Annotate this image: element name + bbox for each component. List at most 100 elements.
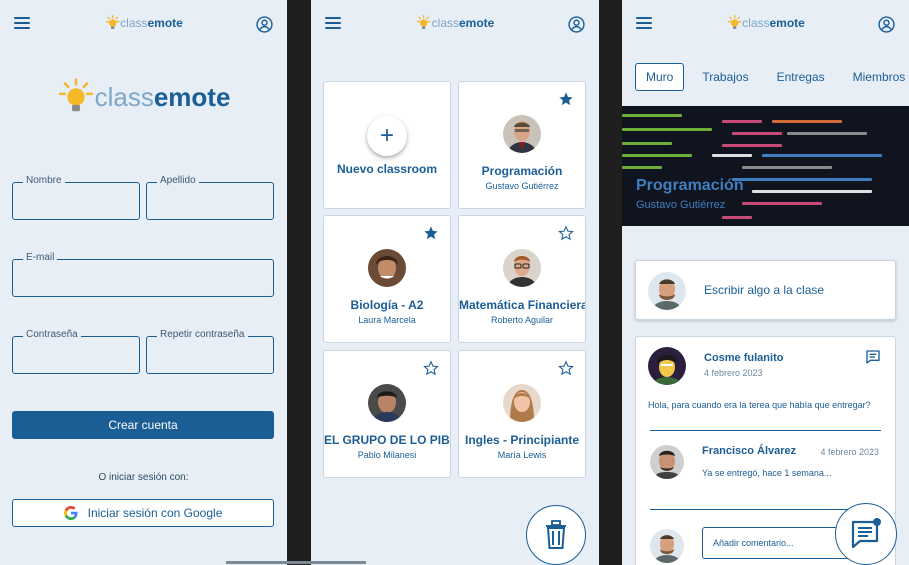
star-outline-icon[interactable] [423, 360, 439, 376]
teacher-avatar [368, 249, 406, 287]
post-date: 4 febrero 2023 [704, 368, 763, 378]
add-comment-input[interactable] [702, 527, 852, 559]
classroom-title: Ingles - Principiante [464, 433, 580, 447]
apellido-label: Apellido [157, 175, 199, 186]
user-avatar [650, 529, 684, 563]
top-bar: class emote [622, 0, 909, 48]
horizontal-scrollbar[interactable] [226, 561, 366, 564]
password-label: Contraseña [23, 329, 81, 340]
top-bar: class emote [0, 0, 287, 48]
password-field[interactable]: Contraseña [12, 329, 140, 374]
menu-icon[interactable] [325, 17, 341, 29]
email-field[interactable]: E-mail [12, 252, 274, 297]
apellido-input[interactable] [147, 183, 273, 219]
classroom-teacher: Laura Marcela [358, 315, 416, 325]
create-account-button[interactable]: Crear cuenta [12, 411, 274, 439]
tab-trabajos[interactable]: Trabajos [692, 64, 758, 90]
classroom-teacher: Pablo Milanesi [357, 450, 417, 460]
bulb-icon [58, 78, 93, 112]
apellido-field[interactable]: Apellido [146, 175, 274, 220]
teacher-avatar [503, 115, 541, 153]
tab-entregas[interactable]: Entregas [767, 64, 835, 90]
logo-text-light: class [94, 81, 154, 112]
plus-icon[interactable]: + [367, 116, 407, 156]
comment-body: Ya se entregó, hace 1 semana... [702, 468, 832, 478]
comment-date: 4 febrero 2023 [820, 447, 879, 457]
google-login-button[interactable]: Iniciar sesión con Google [12, 499, 274, 527]
top-bar: class emote [311, 0, 599, 48]
nombre-input[interactable] [13, 183, 139, 219]
nombre-label: Nombre [23, 175, 65, 186]
password-input[interactable] [13, 337, 139, 373]
delete-fab[interactable] [526, 505, 586, 565]
tab-miembros[interactable]: Miembros [843, 64, 909, 90]
classroom-teacher: Roberto Aguilar [490, 315, 554, 325]
classroom-title: EL GRUPO DE LO PIBE' [324, 433, 450, 447]
classroom-card[interactable]: Matemática Financiera Roberto Aguilar [458, 215, 586, 343]
logo-text-bold: emote [459, 16, 495, 30]
app-logo: class emote [104, 15, 183, 31]
account-icon[interactable] [256, 16, 273, 33]
classrooms-screen: class emote + Nuevo classroom Programació… [311, 0, 599, 565]
star-outline-icon[interactable] [558, 360, 574, 376]
star-filled-icon[interactable] [558, 91, 574, 107]
star-filled-icon[interactable] [423, 225, 439, 241]
logo-text-light: class [742, 16, 770, 30]
menu-icon[interactable] [636, 17, 652, 29]
classroom-card[interactable]: Ingles - Principiante María Lewis [458, 350, 586, 478]
google-login-label: Iniciar sesión con Google [87, 506, 223, 520]
account-icon[interactable] [878, 16, 895, 33]
repeat-password-label: Repetir contraseña [157, 329, 248, 340]
teacher-avatar [503, 249, 541, 287]
comment-icon[interactable] [865, 349, 881, 365]
classroom-card[interactable]: EL GRUPO DE LO PIBE' Pablo Milanesi [323, 350, 451, 478]
logo-text-light: class [120, 16, 148, 30]
commenter-avatar [650, 445, 684, 479]
star-outline-icon[interactable] [558, 225, 574, 241]
bulb-icon [416, 15, 431, 29]
account-icon[interactable] [568, 16, 585, 33]
google-icon [63, 506, 78, 520]
course-teacher: Gustavo Gutiérrez [636, 199, 726, 211]
tab-muro[interactable]: Muro [635, 63, 685, 91]
new-post-box[interactable]: Escribir algo a la clase [635, 260, 896, 320]
classroom-card[interactable]: Programación Gustavo Gutiérrez [458, 81, 586, 209]
classroom-title: Biología - A2 [350, 298, 424, 312]
menu-icon[interactable] [14, 17, 30, 29]
classroom-title: Matemática Financiera [459, 298, 585, 312]
divider [650, 430, 881, 431]
chat-fab[interactable] [835, 503, 897, 565]
comment-author: Francisco Álvarez [702, 445, 797, 457]
classroom-title: Programación [481, 164, 563, 178]
author-avatar [648, 347, 686, 385]
new-post-prompt: Escribir algo a la clase [704, 283, 825, 297]
course-banner: Programación Gustavo Gutiérrez [622, 106, 909, 226]
teacher-avatar [368, 384, 406, 422]
classroom-teacher: María Lewis [497, 450, 547, 460]
chat-notification-icon [851, 518, 881, 549]
classroom-teacher: Gustavo Gutiérrez [485, 181, 559, 191]
repeat-password-field[interactable]: Repetir contraseña [146, 329, 274, 374]
post-body: Hola, para cuando era la terea que había… [648, 400, 871, 410]
teacher-avatar [503, 384, 541, 422]
email-input[interactable] [13, 260, 273, 296]
logo-text-bold: emote [147, 16, 183, 30]
logo-text-bold: emote [769, 16, 805, 30]
signup-screen: class emote class emote Nombre Apellido E-… [0, 0, 287, 565]
app-logo: class emote [726, 15, 805, 31]
app-logo-large: class emote [0, 78, 287, 116]
logo-text-bold: emote [153, 81, 231, 112]
trash-icon [546, 520, 566, 549]
bulb-icon [105, 15, 119, 29]
classroom-card[interactable]: Biología - A2 Laura Marcela [323, 215, 451, 343]
course-title: Programación [636, 177, 744, 194]
alt-login-text: O iniciar sesión con: [98, 472, 189, 483]
repeat-password-input[interactable] [147, 337, 273, 373]
user-avatar [648, 272, 686, 310]
email-label: E-mail [23, 252, 58, 263]
logo-text-light: class [431, 16, 459, 30]
post-author: Cosme fulanito [704, 352, 784, 364]
new-classroom-label: Nuevo classroom [336, 162, 438, 176]
nombre-field[interactable]: Nombre [12, 175, 140, 220]
new-classroom-card[interactable]: + Nuevo classroom [323, 81, 451, 209]
